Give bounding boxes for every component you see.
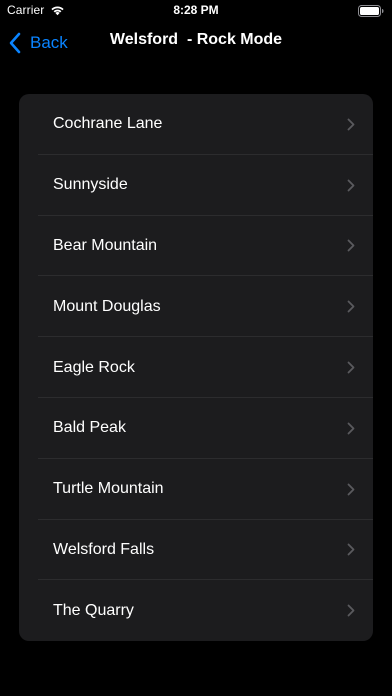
chevron-right-icon: [347, 422, 355, 435]
list-item-label: Welsford Falls: [53, 540, 155, 558]
list-item-cochrane-lane[interactable]: Cochrane Lane: [19, 94, 373, 155]
list-item-label: Bear Mountain: [53, 236, 158, 254]
list-item-bear-mountain[interactable]: Bear Mountain: [19, 216, 373, 277]
list-item-label: The Quarry: [53, 601, 134, 619]
status-bar: Carrier 8:28 PM: [0, 0, 392, 22]
status-time: 8:28 PM: [173, 3, 219, 17]
list-item-label: Turtle Mountain: [53, 480, 164, 498]
list-item-the-quarry[interactable]: The Quarry: [19, 580, 373, 641]
list-item-label: Sunnyside: [53, 176, 128, 194]
list-item-mount-douglas[interactable]: Mount Douglas: [19, 276, 373, 338]
chevron-right-icon: [347, 240, 355, 252]
chevron-right-icon: [347, 544, 355, 556]
chevron-right-icon: [347, 361, 355, 374]
screen: Carrier 8:28 PM Back Welsford - Rock Mod…: [0, 0, 392, 696]
chevron-right-icon: [347, 179, 355, 192]
list-item-eagle-rock[interactable]: Eagle Rock: [19, 337, 373, 398]
chevron-right-icon: [347, 300, 355, 313]
chevron-right-icon: [347, 604, 355, 617]
list-item-label: Cochrane Lane: [53, 115, 163, 133]
navigation-bar: Back Welsford - Rock Mode: [0, 22, 392, 66]
chevron-right-icon: [347, 483, 355, 496]
location-list: Cochrane Lane Sunnyside Bear Mountain Mo…: [19, 94, 373, 641]
list-item-sunnyside[interactable]: Sunnyside: [19, 155, 373, 216]
list-item-label: Eagle Rock: [53, 358, 135, 376]
list-item-bald-peak[interactable]: Bald Peak: [19, 398, 373, 459]
list-item-welsford-falls[interactable]: Welsford Falls: [19, 520, 373, 581]
list-item-turtle-mountain[interactable]: Turtle Mountain: [19, 459, 373, 520]
list-item-label: Bald Peak: [53, 419, 126, 437]
battery-icon: [358, 5, 384, 17]
list-item-label: Mount Douglas: [53, 297, 161, 315]
chevron-right-icon: [347, 118, 355, 131]
page-title: Welsford - Rock Mode: [109, 31, 283, 48]
